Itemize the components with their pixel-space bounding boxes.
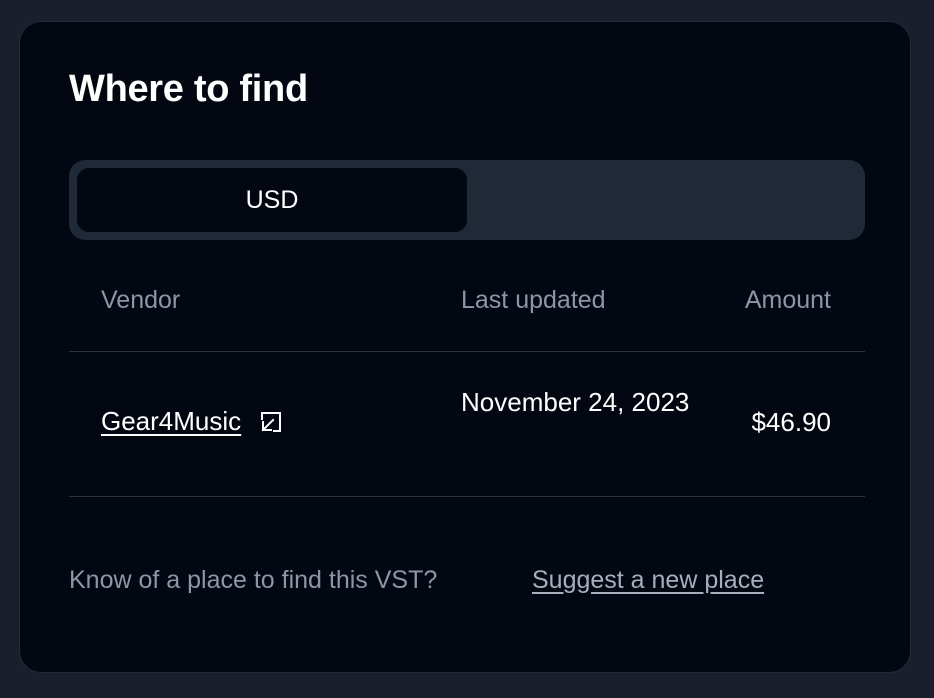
last-updated-value: November 24, 2023 — [461, 387, 690, 417]
suggest-prompt: Know of a place to find this VST? — [69, 566, 438, 594]
currency-tabs: USD — [69, 160, 865, 240]
table-row-divider — [69, 496, 865, 497]
table-header-divider — [69, 351, 865, 352]
where-to-find-card: Where to find USD Vendor Last updated Am… — [19, 21, 911, 673]
column-header-amount: Amount — [744, 286, 831, 314]
section-title: Where to find — [69, 68, 308, 110]
vendor-name: Gear4Music — [101, 406, 242, 436]
tab-usd[interactable]: USD — [77, 168, 467, 232]
suggest-new-place-link[interactable]: Suggest a new place — [532, 566, 764, 595]
vendor-link-gear4music[interactable]: Gear4Music — [101, 406, 283, 437]
amount-value: $46.90 — [751, 407, 831, 437]
column-header-last-updated: Last updated — [461, 286, 606, 314]
external-link-icon — [261, 411, 282, 432]
column-header-vendor: Vendor — [101, 286, 181, 314]
